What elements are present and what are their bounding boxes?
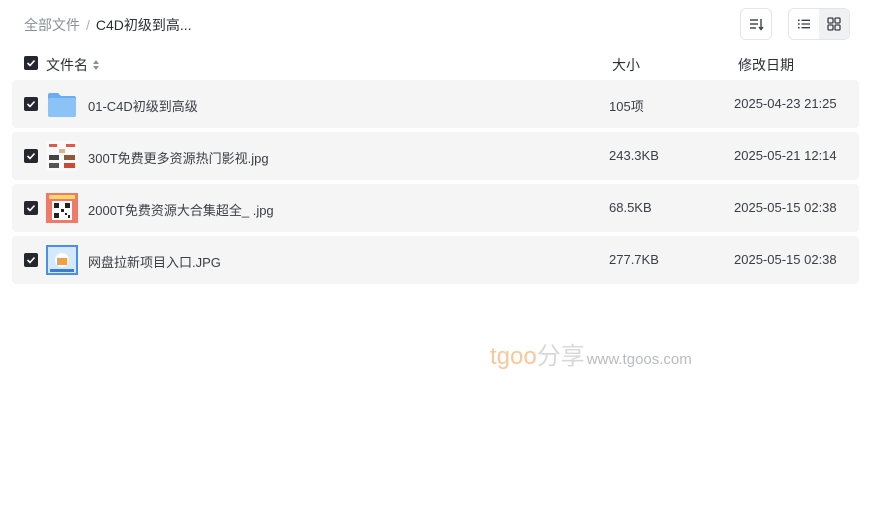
list-view-button[interactable] xyxy=(789,9,819,39)
breadcrumb-root[interactable]: 全部文件 xyxy=(24,15,80,35)
table-row[interactable]: 01-C4D初级到高级 105项 2025-04-23 21:25 xyxy=(12,80,859,128)
qr-code-thumbnail-icon xyxy=(46,193,78,223)
file-size: 68.5KB xyxy=(609,200,652,215)
grid-view-button[interactable] xyxy=(819,9,849,39)
row-checkbox[interactable] xyxy=(24,149,38,163)
file-name[interactable]: 01-C4D初级到高级 xyxy=(88,96,198,115)
watermark-url: www.tgoos.com xyxy=(586,351,692,368)
list-view-icon xyxy=(798,19,810,29)
file-size: 105项 xyxy=(609,99,644,114)
image-thumbnail-icon xyxy=(46,245,78,275)
sort-toggle-icon xyxy=(93,60,99,70)
breadcrumb-separator: / xyxy=(86,17,90,33)
check-icon xyxy=(26,100,36,108)
select-all-checkbox[interactable] xyxy=(24,56,38,70)
column-size-header[interactable]: 大小 xyxy=(612,55,640,75)
top-bar: 全部文件 / C4D初级到高... xyxy=(0,0,874,48)
row-checkbox[interactable] xyxy=(24,97,38,111)
check-icon xyxy=(26,59,36,67)
table-row[interactable]: 300T免费更多资源热门影视.jpg 243.3KB 2025-05-21 12… xyxy=(12,132,859,180)
sort-button[interactable] xyxy=(740,8,772,40)
column-name-header[interactable]: 文件名 xyxy=(46,55,100,75)
file-date: 2025-05-15 02:38 xyxy=(734,252,837,267)
row-checkbox[interactable] xyxy=(24,201,38,215)
table-row[interactable]: 2000T免费资源大合集超全_ .jpg 68.5KB 2025-05-15 0… xyxy=(12,184,859,232)
file-name[interactable]: 网盘拉新项目入口.JPG xyxy=(88,252,221,271)
file-date: 2025-05-15 02:38 xyxy=(734,200,837,215)
image-thumbnail-icon xyxy=(46,141,78,171)
folder-icon xyxy=(48,93,76,117)
sort-icon xyxy=(750,19,764,31)
file-size: 277.7KB xyxy=(609,252,659,267)
table-header: 文件名 大小 修改日期 xyxy=(24,52,854,76)
file-size: 243.3KB xyxy=(609,148,659,163)
check-icon xyxy=(26,204,36,212)
watermark: tgoo分享 www.tgoos.com xyxy=(490,336,692,371)
watermark-brand: tgoo xyxy=(490,343,537,370)
file-date: 2025-04-23 21:25 xyxy=(734,96,837,111)
file-name[interactable]: 2000T免费资源大合集超全_ .jpg xyxy=(88,200,274,219)
file-date: 2025-05-21 12:14 xyxy=(734,148,837,163)
column-name-label: 文件名 xyxy=(46,57,88,73)
view-toggle xyxy=(788,8,850,40)
row-checkbox[interactable] xyxy=(24,253,38,267)
table-row[interactable]: 网盘拉新项目入口.JPG 277.7KB 2025-05-15 02:38 xyxy=(12,236,859,284)
file-name[interactable]: 300T免费更多资源热门影视.jpg xyxy=(88,148,269,167)
check-icon xyxy=(26,256,36,264)
watermark-cn: 分享 xyxy=(536,343,585,370)
breadcrumb: 全部文件 / C4D初级到高... xyxy=(24,15,192,35)
breadcrumb-current: C4D初级到高... xyxy=(95,17,192,33)
check-icon xyxy=(26,152,36,160)
column-date-header[interactable]: 修改日期 xyxy=(738,55,794,75)
grid-view-icon xyxy=(827,17,841,31)
